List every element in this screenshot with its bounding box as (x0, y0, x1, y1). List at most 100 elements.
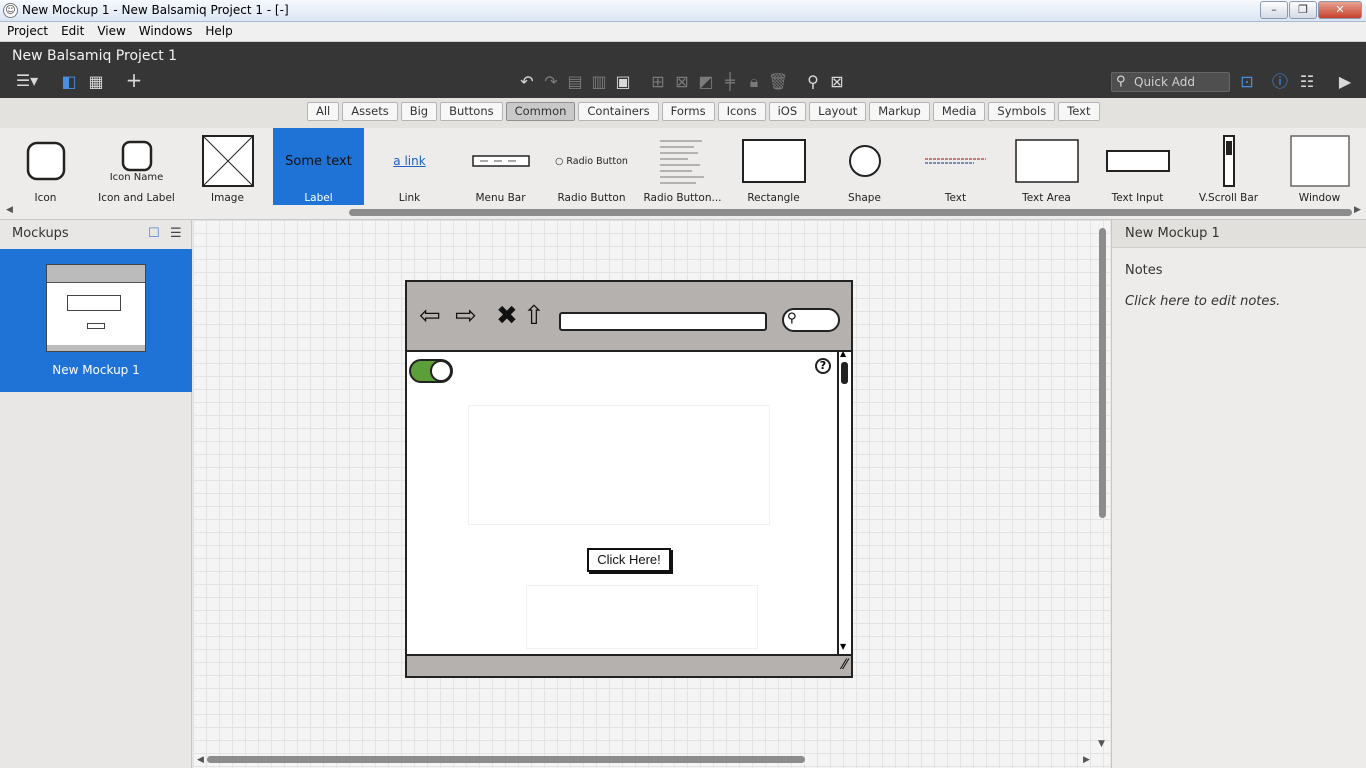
filter-tab-text[interactable]: Text (1058, 102, 1100, 121)
canvas-vertical-scrollbar[interactable] (1099, 228, 1106, 518)
filter-tab-symbols[interactable]: Symbols (988, 102, 1056, 121)
palette-scroll-left-icon[interactable]: ◀ (6, 205, 13, 215)
filter-tab-forms[interactable]: Forms (661, 102, 715, 121)
help-icon[interactable]: ? (815, 358, 831, 374)
filter-tab-assets[interactable]: Assets (342, 102, 398, 121)
menu-bar: Project Edit View Windows Help (0, 22, 1366, 42)
icon-and-label-preview-icon (121, 140, 152, 171)
palette-scrollbar[interactable] (349, 209, 1352, 216)
project-header: New Balsamiq Project 1 ☰▾ ◧ ▦ + ↶ ↷ ▤ ▥ … (0, 42, 1366, 98)
palette-item-link[interactable]: a link Link (364, 128, 455, 205)
thumbnail-view-icon[interactable]: ☐ (148, 226, 160, 241)
palette-item-text-input[interactable]: Text Input (1092, 128, 1183, 205)
redo-icon[interactable]: ↷ (541, 72, 561, 92)
quick-add-input[interactable]: ⚲ Quick Add (1111, 72, 1230, 92)
palette-item-icon[interactable]: Icon (0, 128, 91, 205)
paste-icon[interactable]: ▣ (613, 72, 633, 92)
minimize-button[interactable]: – (1260, 1, 1288, 19)
close-button[interactable]: ✕ (1318, 1, 1362, 19)
fullscreen-toggle-icon[interactable]: ⊠ (827, 72, 847, 92)
window-preview-icon (1289, 135, 1350, 187)
wireframe-click-button[interactable]: Click Here! (587, 548, 671, 572)
duplicate-icon[interactable]: ▥ (589, 72, 609, 92)
canvas-horizontal-scrollbar[interactable] (207, 756, 805, 763)
info-icon[interactable]: ⓘ (1270, 72, 1290, 92)
forward-arrow-icon[interactable]: ⇨ (455, 301, 477, 331)
filter-tab-containers[interactable]: Containers (578, 102, 659, 121)
maximize-button[interactable]: ❐ (1289, 1, 1317, 19)
filter-tab-all[interactable]: All (307, 102, 340, 121)
window-controls: – ❐ ✕ (1260, 1, 1362, 19)
palette-item-radio-button-group[interactable]: Radio Button... (637, 128, 728, 205)
filter-tab-common[interactable]: Common (505, 102, 576, 121)
properties-icon[interactable]: ☷ (1297, 72, 1317, 92)
ungroup-icon[interactable]: ⊠ (672, 72, 692, 92)
filter-tab-icons[interactable]: Icons (717, 102, 766, 121)
radio-group-preview-icon (659, 140, 704, 184)
align-icon[interactable]: ╪ (720, 72, 740, 92)
layout-panels-icon[interactable]: ◧ (59, 72, 79, 92)
home-icon[interactable]: ⇧ (523, 301, 545, 331)
palette-item-shape[interactable]: Shape (819, 128, 910, 205)
list-view-icon[interactable]: ☰ (170, 226, 182, 241)
palette-scroll-right-icon[interactable]: ▶ (1354, 205, 1361, 215)
menu-edit[interactable]: Edit (54, 22, 90, 41)
mockups-panel-title: Mockups (12, 226, 69, 241)
wireframe-toggle-switch[interactable] (409, 359, 453, 383)
wireframe-content-panel[interactable] (469, 406, 769, 524)
palette-item-v-scroll-bar[interactable]: V.Scroll Bar (1183, 128, 1274, 205)
filter-tab-layout[interactable]: Layout (809, 102, 867, 121)
undo-icon[interactable]: ↶ (517, 72, 537, 92)
notes-edit-area[interactable]: Click here to edit notes. (1125, 294, 1280, 309)
vertical-scrollbar-preview-icon (1222, 135, 1235, 187)
zoom-icon[interactable]: ⚲ (803, 72, 823, 92)
palette-item-icon-and-label[interactable]: Icon Name Icon and Label (91, 128, 182, 205)
menu-windows[interactable]: Windows (132, 22, 199, 41)
palette-item-text-area[interactable]: Text Area (1001, 128, 1092, 205)
palette-item-image[interactable]: Image (182, 128, 273, 205)
filter-tab-big[interactable]: Big (400, 102, 438, 121)
rectangle-preview-icon (741, 139, 806, 183)
scroll-down-icon: ▼ (840, 642, 847, 651)
palette-item-text[interactable]: Text (910, 128, 1001, 205)
wireframe-vertical-scrollbar[interactable]: ▲ ▼ (837, 349, 851, 654)
back-arrow-icon[interactable]: ⇦ (419, 301, 441, 331)
filter-tab-markup[interactable]: Markup (869, 102, 930, 121)
wireframe-browser-window[interactable]: ⇦ ⇨ ✖ ⇧ ⚲ ? ▲ ▼ Click Here! ⁄⁄ (405, 280, 853, 678)
menu-project[interactable]: Project (0, 22, 54, 41)
mockup-name-title[interactable]: New Mockup 1 (1112, 220, 1366, 248)
filter-tabs: All Assets Big Buttons Common Containers Forms… (307, 102, 1100, 121)
arrange-icon[interactable]: ◩ (696, 72, 716, 92)
trash-icon[interactable]: 🗑︎ (768, 72, 788, 92)
menu-help[interactable]: Help (198, 22, 238, 41)
add-mockup-icon[interactable]: + (123, 70, 145, 90)
filter-tab-ios[interactable]: iOS (768, 102, 807, 121)
canvas-scroll-left-icon[interactable]: ◀ (197, 755, 204, 765)
palette-item-radio-button[interactable]: ○ Radio Button Radio Button (546, 128, 637, 205)
copy-icon[interactable]: ▤ (565, 72, 585, 92)
wireframe-url-field[interactable] (559, 312, 767, 331)
filter-tab-media[interactable]: Media (932, 102, 986, 121)
canvas-scroll-right-icon[interactable]: ▶ (1083, 755, 1090, 765)
filter-tab-buttons[interactable]: Buttons (440, 102, 503, 121)
wireframe-search-field[interactable]: ⚲ (782, 308, 840, 332)
canvas-scroll-down-icon[interactable]: ▼ (1098, 739, 1105, 749)
palette-item-menu-bar[interactable]: Menu Bar (455, 128, 546, 205)
mockup-list-item[interactable]: New Mockup 1 (0, 249, 192, 392)
resize-grip-icon[interactable]: ⁄⁄ (842, 657, 847, 673)
menu-view[interactable]: View (90, 22, 131, 41)
palette-item-rectangle[interactable]: Rectangle (728, 128, 819, 205)
palette-item-window[interactable]: Window (1274, 128, 1365, 205)
mockup-canvas[interactable]: ⇦ ⇨ ✖ ⇧ ⚲ ? ▲ ▼ Click Here! ⁄⁄ ▼ ◀ ▶ (193, 220, 1110, 768)
image-placeholder-icon (201, 135, 254, 187)
hamburger-menu-icon[interactable]: ☰▾ (12, 71, 42, 91)
lock-icon[interactable]: 🔒︎ (744, 72, 764, 92)
wireframe-lower-panel[interactable] (527, 586, 757, 648)
ui-library-icon[interactable]: ⊡ (1237, 72, 1257, 92)
stop-icon[interactable]: ✖ (496, 301, 518, 331)
palette-item-label[interactable]: Some text Label (273, 128, 364, 205)
group-icon[interactable]: ⊞ (648, 72, 668, 92)
search-icon: ⚲ (787, 311, 797, 326)
presentation-play-icon[interactable]: ▶ (1334, 72, 1356, 92)
grid-view-icon[interactable]: ▦ (86, 72, 106, 92)
